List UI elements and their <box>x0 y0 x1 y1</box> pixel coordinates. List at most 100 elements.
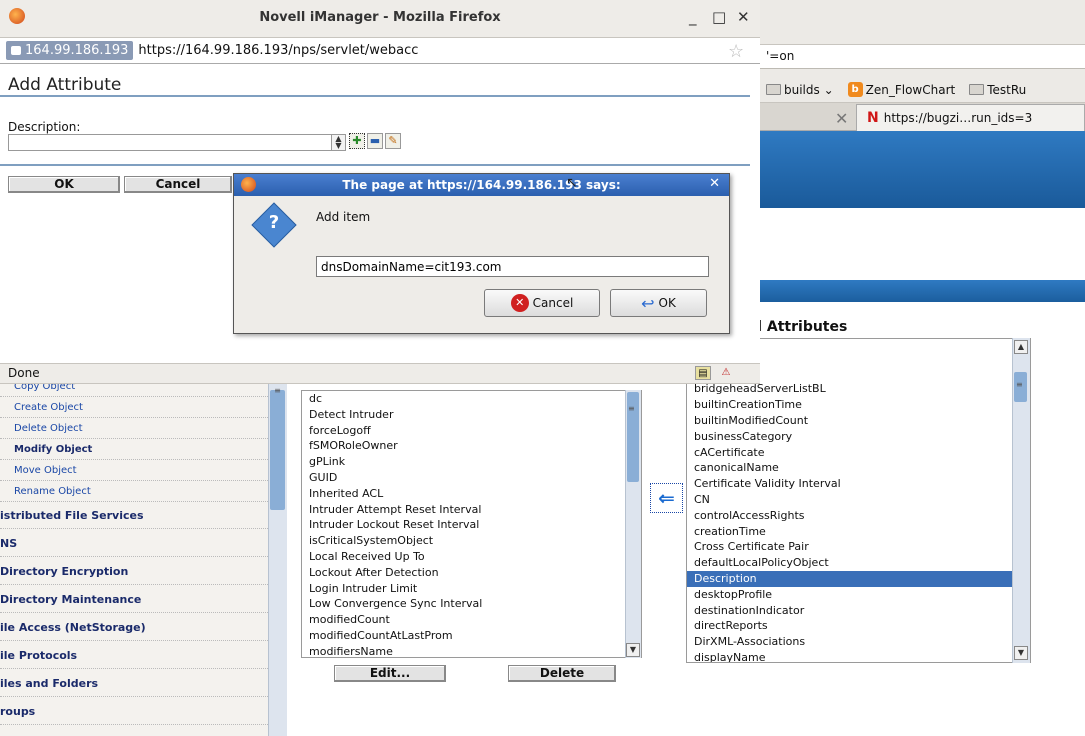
divider <box>0 164 750 166</box>
list-item[interactable]: Intruder Lockout Reset Interval <box>302 517 641 533</box>
list-item[interactable]: Low Convergence Sync Interval <box>302 596 641 612</box>
description-select[interactable]: ▲ ▼ <box>8 134 346 151</box>
list-item[interactable]: defaultLocalPolicyObject <box>687 555 1030 571</box>
list-item[interactable]: Lockout After Detection <box>302 565 641 581</box>
dialog-cancel-button[interactable]: ✕ Cancel <box>484 289 600 317</box>
popup-url-bar[interactable]: 164.99.186.193 https://164.99.186.193/np… <box>0 38 760 64</box>
list-item[interactable]: DirXML-Associations <box>687 634 1030 650</box>
list-item[interactable]: builtinModifiedCount <box>687 413 1030 429</box>
select-arrows-icon[interactable]: ▲ ▼ <box>331 135 345 150</box>
list-item[interactable]: Intruder Attempt Reset Interval <box>302 502 641 518</box>
background-url-bar[interactable]: '=on <box>760 45 1085 69</box>
list-item[interactable]: Detect Intruder <box>302 407 641 423</box>
site-identity[interactable]: 164.99.186.193 <box>6 41 134 60</box>
list-item[interactable]: Description <box>687 570 1030 587</box>
list-item[interactable]: GUID <box>302 470 641 486</box>
cancel-button[interactable]: Cancel <box>124 176 232 193</box>
list-item[interactable]: Local Received Up To <box>302 549 641 565</box>
nav-section-heading[interactable]: ile Protocols <box>0 642 268 669</box>
list-item[interactable]: builtinCreationTime <box>687 397 1030 413</box>
nav-item[interactable]: Modify Object <box>0 439 268 460</box>
bookmark-builds[interactable]: builds ⌄ <box>766 83 834 97</box>
list-item[interactable]: desktopProfile <box>687 587 1030 603</box>
nav-section-heading[interactable]: NS <box>0 530 268 557</box>
popup-url-text: https://164.99.186.193/nps/servlet/webac… <box>138 43 419 58</box>
scroll-grip-icon: ≡ <box>1016 380 1023 389</box>
tab-close-icon[interactable]: ✕ <box>835 109 848 128</box>
nav-section-heading[interactable]: istributed File Services <box>0 502 268 529</box>
background-url-text: '=on <box>766 49 795 63</box>
list-item[interactable]: Inherited ACL <box>302 486 641 502</box>
list-item[interactable]: CN <box>687 492 1030 508</box>
ok-button[interactable]: OK <box>8 176 120 193</box>
bookmark-testru[interactable]: TestRu <box>969 83 1026 97</box>
available-attributes-list[interactable]: dc Detect Intruder forceLogoff fSMORoleOwne… <box>301 390 642 658</box>
nav-section-heading[interactable]: ile Access (NetStorage) <box>0 614 268 641</box>
list-item[interactable]: displayName <box>687 650 1030 662</box>
nav-scrollbar-thumb[interactable] <box>270 390 285 510</box>
edit-value-icon[interactable]: ✎ <box>385 133 401 149</box>
dialog-input[interactable] <box>316 256 709 277</box>
warning-icon[interactable]: ⚠ <box>718 366 734 380</box>
background-toolbar-gap <box>760 69 1085 77</box>
list-item[interactable]: creationTime <box>687 524 1030 540</box>
scroll-down-icon[interactable]: ▼ <box>626 643 640 657</box>
maximize-icon[interactable]: □ <box>712 8 726 26</box>
mouse-cursor-icon: ↖ <box>566 175 578 191</box>
list-item[interactable]: isCriticalSystemObject <box>302 533 641 549</box>
bookmark-label: builds <box>784 82 820 97</box>
popup-status-bar: Done <box>0 363 760 384</box>
list-item[interactable]: businessCategory <box>687 429 1030 445</box>
nav-item[interactable]: Copy Object <box>0 384 268 397</box>
nav-item[interactable]: Move Object <box>0 460 268 481</box>
nav-section-heading[interactable]: iles and Folders <box>0 670 268 697</box>
move-left-arrow-icon[interactable]: ⇐ <box>650 483 683 513</box>
list-item[interactable]: Cross Certificate Pair <box>687 539 1030 555</box>
bookmarks-toolbar: builds ⌄ b Zen_FlowChart TestRu <box>760 77 1085 103</box>
nav-section-heading[interactable]: Directory Encryption <box>0 558 268 585</box>
bookmark-label: TestRu <box>987 82 1027 97</box>
list-item[interactable]: modifiersName <box>302 644 641 657</box>
nav-item[interactable]: Rename Object <box>0 481 268 502</box>
bookmark-star-icon[interactable]: ☆ <box>728 41 744 62</box>
edit-button[interactable]: Edit... <box>334 665 446 682</box>
remove-value-icon[interactable]: ▬ <box>367 133 383 149</box>
left-navigation: Copy Object Create Object Delete Object Mod… <box>0 384 287 736</box>
chevron-down-icon: ⌄ <box>819 82 834 97</box>
prompt-dialog: The page at https://164.99.186.193 says:… <box>233 173 730 334</box>
bookmark-zen-flowchart[interactable]: b Zen_FlowChart <box>847 82 955 97</box>
list-item[interactable]: gPLink <box>302 454 641 470</box>
folder-icon <box>969 84 985 95</box>
dialog-close-icon[interactable]: ✕ <box>709 176 720 191</box>
list-item[interactable]: destinationIndicator <box>687 603 1030 619</box>
site-id-text: 164.99.186.193 <box>25 43 129 58</box>
list-item[interactable]: Certificate Validity Interval <box>687 476 1030 492</box>
delete-button[interactable]: Delete <box>508 665 616 682</box>
dialog-ok-button[interactable]: ↩ OK <box>610 289 707 317</box>
nav-section-heading[interactable]: roups <box>0 698 268 725</box>
tab-bugzilla[interactable]: Nhttps://bugzi…run_ids=3 <box>856 104 1085 131</box>
security-status-icon[interactable]: ▤ <box>695 366 711 380</box>
zen-icon: b <box>847 82 863 97</box>
list-item[interactable]: directReports <box>687 618 1030 634</box>
list-item[interactable]: modifiedCountAtLastProm <box>302 628 641 644</box>
nav-item[interactable]: Delete Object <box>0 418 268 439</box>
list-item[interactable]: cACertificate <box>687 445 1030 461</box>
scroll-down-icon[interactable]: ▼ <box>1014 646 1028 660</box>
list-item[interactable]: Login Intruder Limit <box>302 581 641 597</box>
scroll-up-icon[interactable]: ▲ <box>1014 340 1028 354</box>
nav-section-heading[interactable]: Directory Maintenance <box>0 586 268 613</box>
cancel-icon: ✕ <box>510 294 529 312</box>
list-item[interactable]: modifiedCount <box>302 612 641 628</box>
close-icon[interactable]: ✕ <box>737 8 750 26</box>
minimize-icon[interactable]: _ <box>689 8 697 26</box>
list-item[interactable]: dc <box>302 391 641 407</box>
selected-attributes-list[interactable]: uNameLinkvebridgeheadServerListBLbuiltin… <box>686 338 1031 663</box>
divider <box>0 95 750 97</box>
add-value-icon[interactable]: ✚ <box>349 133 365 149</box>
list-item[interactable]: canonicalName <box>687 460 1030 476</box>
list-item[interactable]: controlAccessRights <box>687 508 1030 524</box>
nav-item[interactable]: Create Object <box>0 397 268 418</box>
list-item[interactable]: fSMORoleOwner <box>302 438 641 454</box>
list-item[interactable]: forceLogoff <box>302 423 641 439</box>
